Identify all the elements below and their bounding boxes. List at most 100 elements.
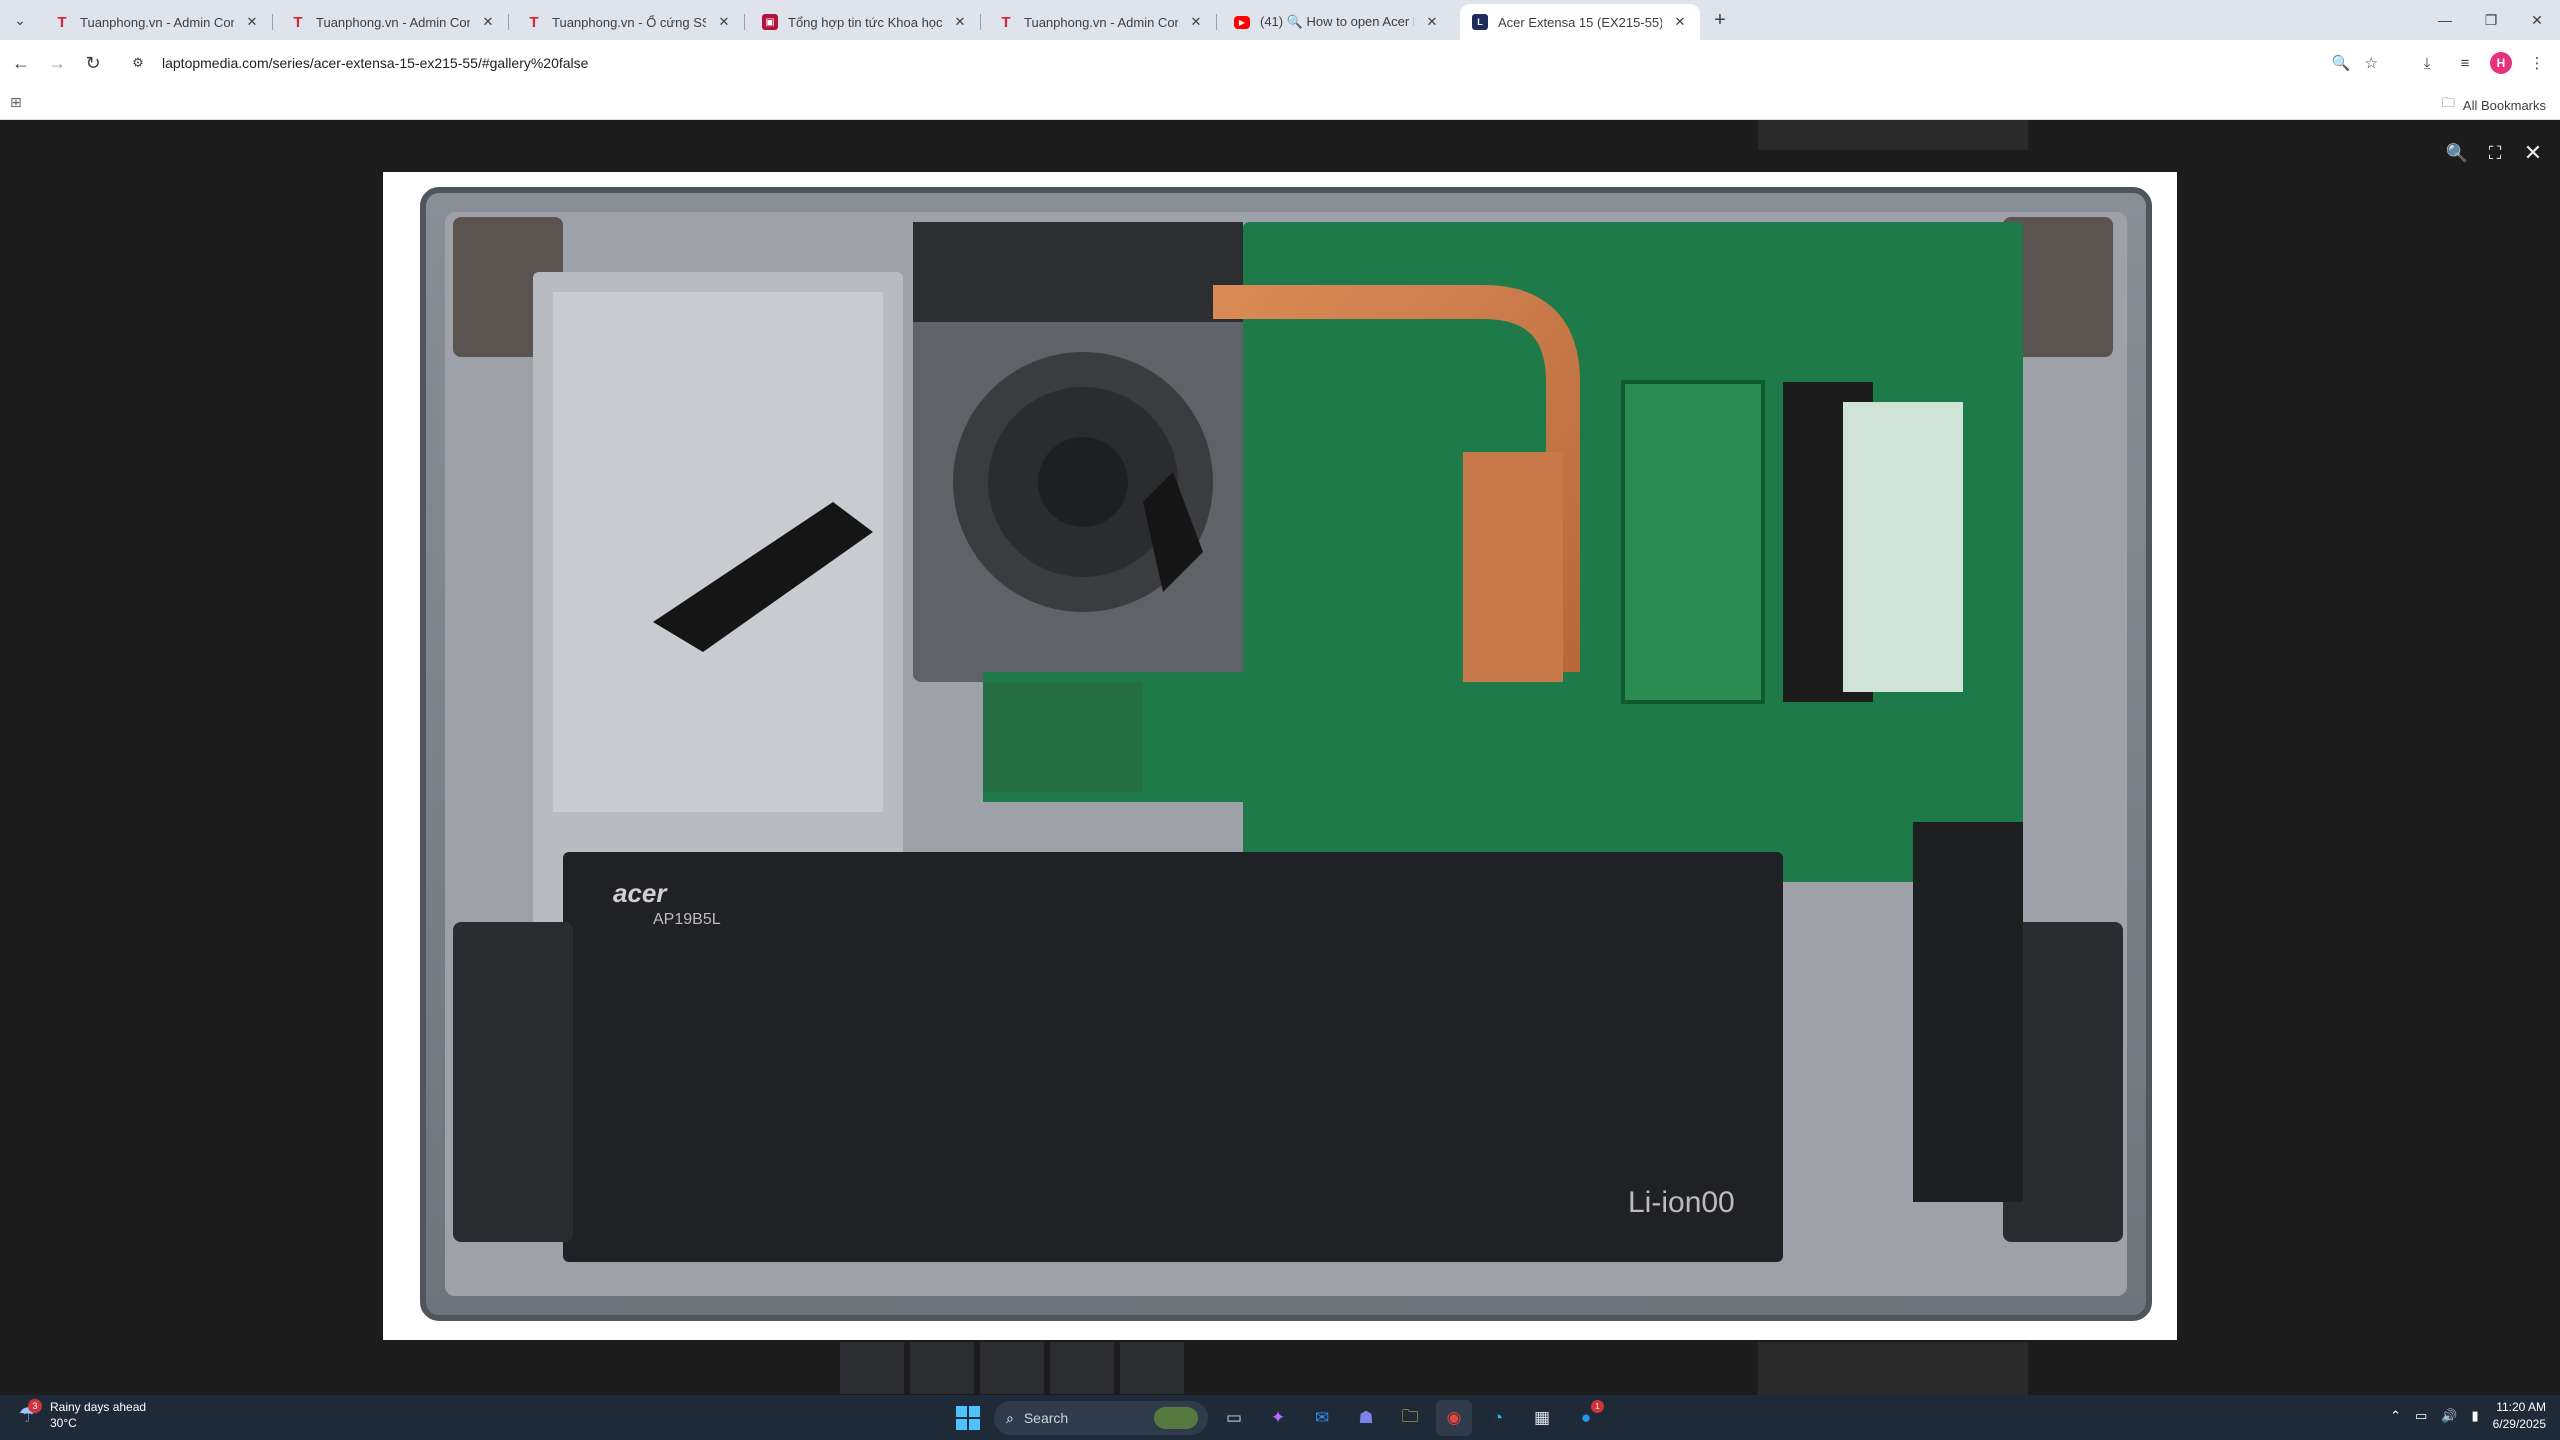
network-icon[interactable]: ▭ [2415, 1408, 2427, 1424]
profile-avatar[interactable]: H [2490, 52, 2512, 74]
weather-badge: 3 [28, 1399, 42, 1413]
close-icon[interactable]: ✕ [480, 14, 496, 30]
fullscreen-icon: ⛶ [2488, 142, 2502, 163]
arrow-right-icon: → [48, 52, 66, 73]
zoom-icon[interactable]: 🔍 [2332, 54, 2351, 72]
laptopmedia-icon: L [1472, 14, 1488, 30]
close-icon: ✕ [2531, 11, 2543, 28]
tab-title: (41) 🔍 How to open Acer Exte [1260, 14, 1414, 29]
tab[interactable]: T Tuanphong.vn - Ổ cứng SSD, M ✕ [514, 4, 745, 40]
tab-active[interactable]: L Acer Extensa 15 (EX215-55) - Sp ✕ [1460, 4, 1700, 40]
close-icon[interactable]: ✕ [716, 14, 732, 30]
chat-app-button[interactable]: ● 1 [1568, 1400, 1604, 1436]
tab[interactable]: T Tuanphong.vn - Admin Control ✕ [278, 4, 509, 40]
teams-button[interactable]: ☗ [1348, 1400, 1384, 1436]
tab[interactable]: ▣ Tổng hợp tin tức Khoa học côn ✕ [750, 4, 981, 40]
tab-separator [1216, 14, 1217, 30]
gallery-fullscreen-button[interactable]: ⛶ [2480, 138, 2510, 168]
tab-title: Acer Extensa 15 (EX215-55) - Sp [1498, 14, 1662, 30]
forward-button[interactable]: → [42, 48, 72, 78]
menu-button[interactable]: ⋮ [2524, 50, 2550, 76]
address-bar[interactable]: ⚙ laptopmedia.com/series/acer-extensa-15… [118, 46, 2392, 80]
close-icon[interactable]: ✕ [952, 14, 968, 30]
background-panel [1758, 120, 2028, 150]
gallery-thumbnail[interactable] [840, 1342, 904, 1394]
copilot-button[interactable]: ✦ [1260, 1400, 1296, 1436]
media-controls-button[interactable]: ≡ [2452, 50, 2478, 76]
close-icon[interactable]: ✕ [244, 14, 260, 30]
store-button[interactable]: ▦ [1524, 1400, 1560, 1436]
file-explorer-button[interactable]: 🗀 [1392, 1400, 1428, 1436]
chevron-up-icon[interactable]: ⌃ [2390, 1408, 2401, 1424]
notification-badge: 1 [1591, 1400, 1604, 1413]
close-icon[interactable]: ✕ [1424, 14, 1440, 30]
tuanphong-icon: T [57, 13, 67, 31]
arrow-left-icon: ← [12, 52, 30, 73]
tab[interactable]: T Tuanphong.vn - Admin Control ✕ [986, 4, 1217, 40]
restore-button[interactable]: ❐ [2468, 0, 2514, 40]
new-tab-button[interactable]: + [1706, 6, 1734, 34]
tab-separator [744, 14, 745, 30]
search-icon: 🔍 [2445, 142, 2469, 163]
gallery-thumbnail[interactable] [1050, 1342, 1114, 1394]
tab[interactable]: ▶ (41) 🔍 How to open Acer Exte ✕ [1222, 4, 1452, 40]
start-button[interactable] [950, 1400, 986, 1436]
tab-title: Tuanphong.vn - Admin Control [316, 14, 470, 30]
reload-icon: ↻ [85, 52, 101, 73]
site-info-icon[interactable]: ⚙ [128, 53, 148, 73]
more-vertical-icon: ⋮ [2529, 55, 2545, 72]
gallery-zoom-button[interactable]: 🔍 [2442, 138, 2472, 168]
back-button[interactable]: ← [6, 48, 36, 78]
chrome-button[interactable]: ◉ [1436, 1400, 1472, 1436]
gallery-image[interactable]: acer AP19B5L Li-ion00 [383, 172, 2177, 1340]
tuanphong-icon: T [529, 13, 539, 31]
tab-search-button[interactable]: ⌄ [6, 6, 34, 34]
tab-separator [980, 14, 981, 30]
tab-title: Tuanphong.vn - Admin Control [1024, 14, 1178, 30]
taskbar-search[interactable]: ⌕ Search [994, 1401, 1208, 1435]
minimize-button[interactable]: — [2422, 0, 2468, 40]
gallery-thumbnail[interactable] [910, 1342, 974, 1394]
clock[interactable]: 11:20 AM 6/29/2025 [2493, 1399, 2546, 1433]
all-bookmarks-label: All Bookmarks [2462, 97, 2546, 113]
laptop-internals-photo: acer AP19B5L Li-ion00 [420, 187, 2152, 1321]
store-icon: ▦ [1533, 1408, 1551, 1427]
tab[interactable]: T Tuanphong.vn - Admin Control ✕ [42, 4, 273, 40]
gallery-thumbnails [840, 1342, 1184, 1394]
media-queue-icon: ≡ [2460, 54, 2470, 72]
reload-button[interactable]: ↻ [78, 48, 108, 78]
tuanphong-icon: T [293, 13, 303, 31]
news-icon: ▣ [762, 14, 778, 30]
tab-strip: ⌄ T Tuanphong.vn - Admin Control ✕ T Tua… [0, 0, 2560, 40]
windows-logo-icon [956, 1406, 980, 1430]
gallery-thumbnail[interactable] [1120, 1342, 1184, 1394]
task-view-button[interactable]: ▭ [1216, 1400, 1252, 1436]
all-bookmarks-button[interactable]: 🗀 All Bookmarks [2442, 94, 2546, 116]
volume-icon[interactable]: 🔊 [2441, 1408, 2457, 1424]
tab-title: Tuanphong.vn - Ổ cứng SSD, M [552, 14, 706, 30]
url-text[interactable]: laptopmedia.com/series/acer-extensa-15-e… [162, 55, 588, 71]
gallery-close-button[interactable]: ✕ [2518, 138, 2548, 168]
bookmarks-bar: ⊞ 🗀 All Bookmarks [0, 86, 2560, 120]
apps-grid-icon[interactable]: ⊞ [10, 94, 28, 112]
outlook-icon: ✉ [1314, 1408, 1330, 1427]
bookmark-star-icon[interactable]: ☆ [2365, 54, 2378, 72]
tab-separator [508, 14, 509, 30]
weather-widget[interactable]: ☂ 3 Rainy days ahead 30°C [14, 1399, 146, 1431]
downloads-button[interactable]: ⤓ [2414, 50, 2440, 76]
close-icon[interactable]: ✕ [1188, 14, 1204, 30]
close-window-button[interactable]: ✕ [2514, 0, 2560, 40]
folder-icon: 🗀 [2441, 95, 2455, 110]
gallery-overlay: 🔍 ⛶ ✕ acer AP19B5L Li-ion00 [0, 120, 2560, 1395]
gallery-thumbnail[interactable] [980, 1342, 1044, 1394]
edge-button[interactable]: ◔ [1480, 1400, 1516, 1436]
search-icon: ⌕ [1006, 1409, 1014, 1426]
outlook-button[interactable]: ✉ [1304, 1400, 1340, 1436]
system-tray: ⌃ ▭ 🔊 ▮ 11:20 AM 6/29/2025 [2390, 1399, 2546, 1433]
search-label: Search [1023, 1410, 1069, 1426]
teams-icon: ☗ [1358, 1408, 1374, 1427]
chat-icon: ● [1580, 1408, 1592, 1427]
battery-icon[interactable]: ▮ [2471, 1408, 2478, 1424]
edge-icon: ◔ [1492, 1408, 1504, 1427]
close-icon[interactable]: ✕ [1672, 14, 1688, 30]
